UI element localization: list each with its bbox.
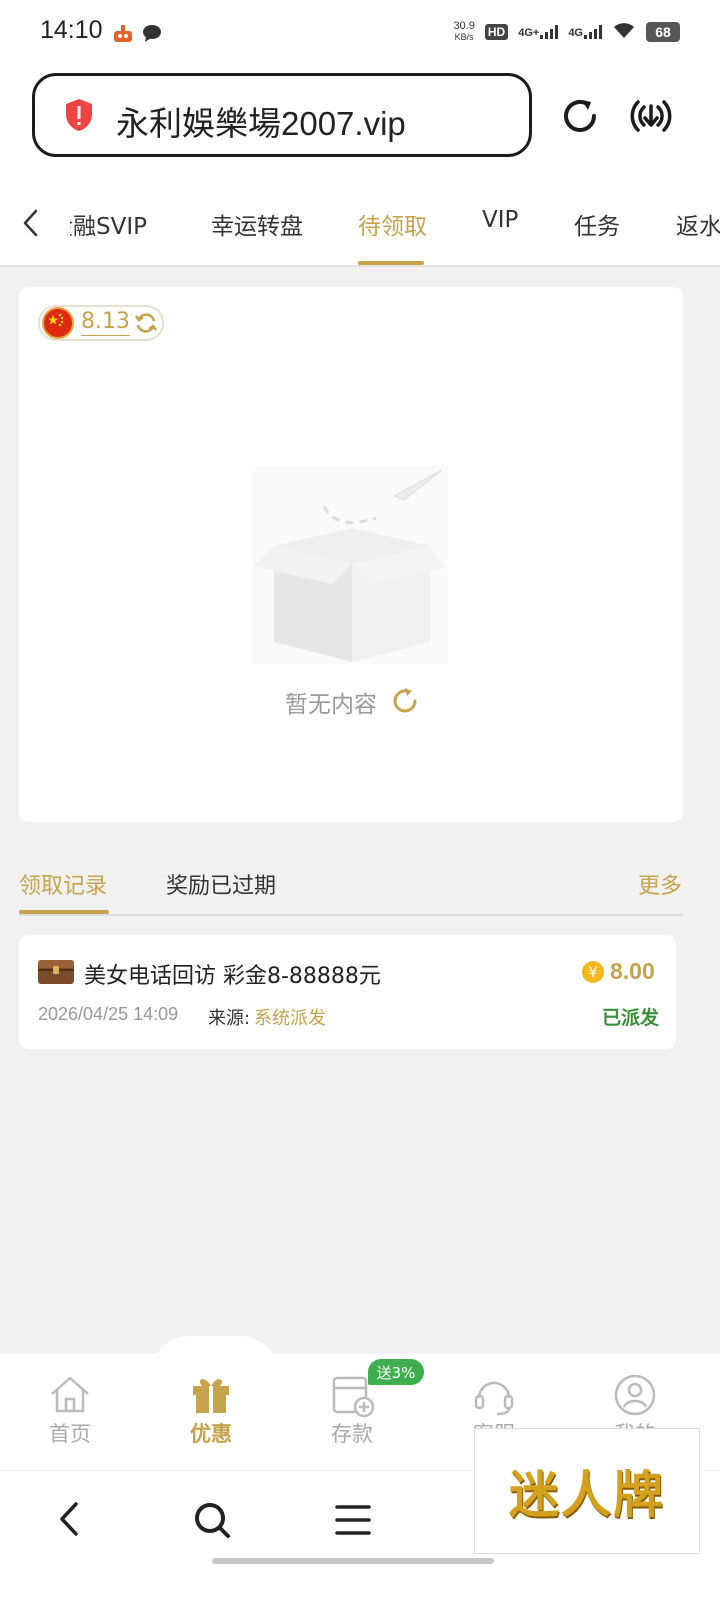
status-icons: 30.9 KB/s HD 4G+ 4G 68 — [453, 20, 680, 43]
wallet-balance: 8.13 — [81, 309, 130, 336]
gift-icon[interactable] — [190, 1372, 232, 1418]
url-text[interactable]: 永利娛樂場2007.vip — [116, 97, 406, 145]
tab-pending[interactable]: 待领取 — [358, 207, 427, 241]
tab-vip[interactable]: VIP — [482, 207, 518, 233]
menu-icon[interactable] — [334, 1502, 372, 1542]
profile-icon[interactable] — [614, 1374, 656, 1420]
search-icon[interactable] — [192, 1500, 232, 1544]
nav-promotions[interactable]: 优惠 — [190, 1418, 232, 1448]
record-tabs-divider — [19, 914, 683, 916]
watermark-text: 迷人牌 — [509, 1465, 665, 1524]
signal-2-label: 4G — [568, 26, 583, 39]
deposit-bonus-badge: 送3% — [368, 1359, 424, 1385]
tab-tasks[interactable]: 任务 — [574, 207, 620, 241]
empty-refresh-icon[interactable] — [390, 686, 420, 720]
back-icon[interactable] — [56, 1500, 82, 1542]
nav-deposit[interactable]: 存款 — [331, 1418, 373, 1448]
net-speed: 30.9 KB/s — [453, 19, 475, 43]
tab-scroll: 金融SVIP 幸运转盘 待领取 VIP 任务 返水 — [70, 184, 720, 264]
home-icon[interactable] — [49, 1374, 91, 1418]
record-status: 已派发 — [602, 1007, 660, 1029]
tab-rebate[interactable]: 返水 — [676, 207, 720, 241]
security-warning-icon[interactable] — [64, 98, 94, 136]
signal-icon-1: 4G+ — [518, 24, 559, 39]
treasure-chest-icon — [37, 957, 75, 989]
headset-icon[interactable] — [473, 1374, 515, 1420]
status-time: 14:10 — [40, 16, 103, 44]
download-broadcast-icon[interactable] — [626, 94, 676, 142]
coin-icon: ¥ — [581, 960, 605, 988]
app-notification-icon — [112, 22, 134, 48]
tab-svip[interactable]: 金融SVIP — [70, 207, 147, 241]
watermark-logo: 迷人牌 — [474, 1428, 700, 1554]
tab-lucky-wheel[interactable]: 幸运转盘 — [211, 207, 303, 241]
tab-claim-records[interactable]: 领取记录 — [19, 868, 107, 900]
message-icon — [141, 22, 163, 48]
home-indicator[interactable] — [212, 1558, 494, 1564]
signal-icon-2: 4G — [568, 24, 602, 39]
record-tab-indicator — [19, 910, 109, 914]
refresh-balance-icon[interactable] — [134, 311, 158, 339]
tab-expired-rewards[interactable]: 奖励已过期 — [166, 868, 276, 900]
record-title: 美女电话回访 彩金8-88888元 — [84, 964, 381, 989]
more-link[interactable]: 更多 — [638, 868, 682, 900]
cn-flag-icon — [42, 307, 74, 343]
record-source-value: 系统派发 — [254, 1008, 326, 1029]
empty-box-icon — [252, 466, 448, 668]
reload-icon[interactable] — [558, 94, 602, 142]
nav-home[interactable]: 首页 — [49, 1418, 91, 1448]
net-speed-unit: KB/s — [454, 31, 474, 42]
svg-text:¥: ¥ — [589, 965, 598, 981]
signal-1-label: 4G+ — [518, 26, 540, 39]
net-speed-value: 30.9 — [453, 19, 475, 32]
record-item[interactable] — [19, 935, 676, 1049]
wifi-icon — [612, 20, 636, 43]
record-amount: 8.00 — [610, 958, 655, 984]
record-date: 2026/04/25 14:09 — [38, 1004, 179, 1024]
hd-icon: HD — [484, 23, 509, 40]
empty-state-text: 暂无内容 — [285, 692, 377, 718]
chevron-left-icon[interactable] — [20, 208, 42, 242]
record-source-label: 来源: — [208, 1008, 251, 1029]
active-tab-indicator — [358, 261, 424, 265]
battery-icon: 68 — [646, 21, 680, 42]
